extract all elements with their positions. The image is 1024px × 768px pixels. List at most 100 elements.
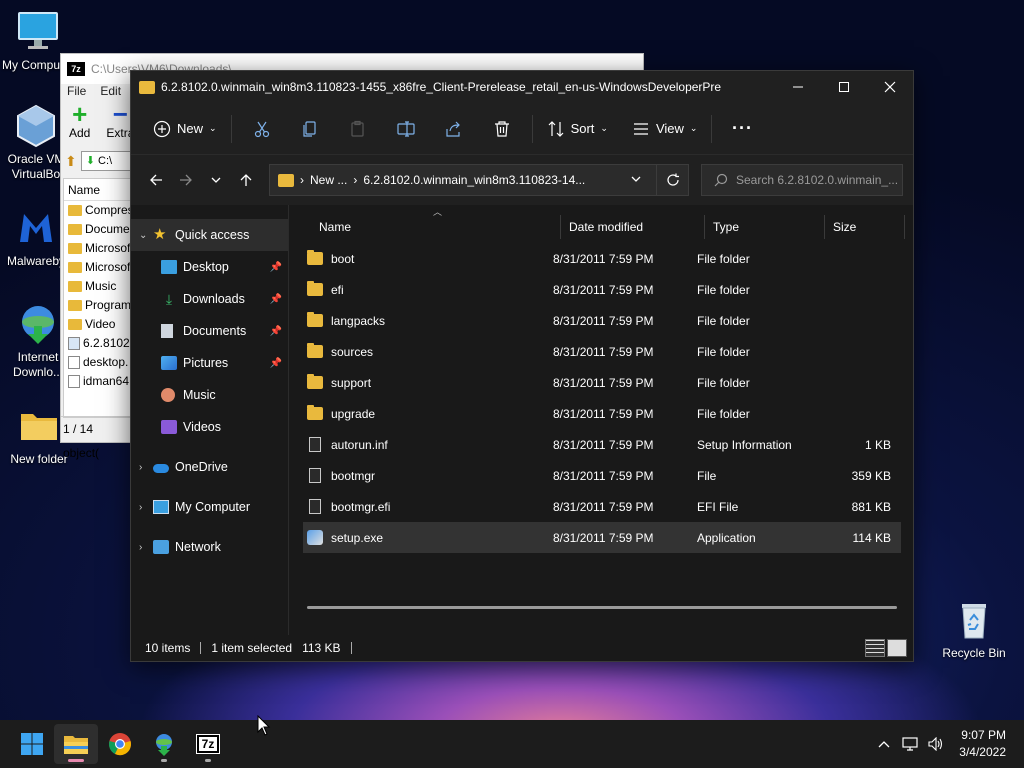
list-item[interactable]: Video xyxy=(64,315,132,334)
volume-icon[interactable] xyxy=(923,737,949,751)
address-dropdown-icon[interactable] xyxy=(630,173,642,188)
arrow-left-icon xyxy=(150,174,162,186)
nav-item-my-computer[interactable]: › My Computer xyxy=(131,491,288,523)
list-item[interactable]: Music xyxy=(64,277,132,296)
7zip-logo-icon: 7z xyxy=(67,62,85,76)
taskbar-file-explorer[interactable] xyxy=(54,724,98,764)
active-indicator xyxy=(68,759,84,762)
search-placeholder: Search 6.2.8102.0.winmain_... xyxy=(736,173,899,187)
chevron-right-icon[interactable]: › xyxy=(139,462,153,473)
horizontal-scrollbar[interactable] xyxy=(307,606,897,609)
pin-icon[interactable]: 📌 xyxy=(270,294,282,305)
folder-up-icon[interactable]: ⬆ xyxy=(65,153,77,170)
view-button[interactable]: View ⌄ xyxy=(624,113,706,145)
new-button[interactable]: New ⌄ xyxy=(145,113,225,145)
cut-button[interactable] xyxy=(238,113,286,145)
sort-button[interactable]: Sort ⌄ xyxy=(539,113,616,145)
close-button[interactable] xyxy=(867,71,913,103)
nav-item-downloads[interactable]: ⤓ Downloads 📌 xyxy=(131,283,288,315)
show-hidden-icons-button[interactable] xyxy=(871,740,897,748)
start-button[interactable] xyxy=(10,724,54,764)
list-item[interactable]: Microsof xyxy=(64,239,132,258)
list-item[interactable]: Program xyxy=(64,296,132,315)
windows-logo-icon xyxy=(21,733,43,755)
file-row[interactable]: bootmgr 8/31/2011 7:59 PM File 359 KB xyxy=(303,460,901,491)
tiles-view-icon[interactable] xyxy=(887,639,907,657)
more-options-button[interactable]: ··· xyxy=(718,113,766,145)
nav-item-desktop[interactable]: Desktop 📌 xyxy=(131,251,288,283)
column-header-name[interactable]: Name xyxy=(64,179,132,201)
chevron-right-icon[interactable]: › xyxy=(139,502,153,513)
file-row[interactable]: boot 8/31/2011 7:59 PM File folder xyxy=(303,243,901,274)
file-list-pane[interactable]: ︿ Name Date modified Type Size boot 8/31… xyxy=(289,205,913,635)
forward-button[interactable] xyxy=(171,165,201,195)
7zip-file-list[interactable]: Name Compres Docume Microsof Microsof Mu… xyxy=(63,178,133,418)
chevron-right-icon[interactable]: › xyxy=(139,542,153,553)
arrow-up-icon xyxy=(240,174,252,186)
file-row[interactable]: upgrade 8/31/2011 7:59 PM File folder xyxy=(303,398,901,429)
file-row[interactable]: sources 8/31/2011 7:59 PM File folder xyxy=(303,336,901,367)
column-header-name[interactable]: Name xyxy=(303,215,561,239)
nav-item-pictures[interactable]: Pictures 📌 xyxy=(131,347,288,379)
maximize-button[interactable] xyxy=(821,71,867,103)
nav-item-quick-access[interactable]: ⌄ ★ Quick access xyxy=(131,219,288,251)
taskbar-chrome[interactable] xyxy=(98,724,142,764)
list-item[interactable]: 6.2.8102. xyxy=(64,334,132,353)
file-row[interactable]: support 8/31/2011 7:59 PM File folder xyxy=(303,367,901,398)
nav-item-network[interactable]: › Network xyxy=(131,531,288,563)
clock[interactable]: 9:07 PM 3/4/2022 xyxy=(949,727,1024,761)
pin-icon[interactable]: 📌 xyxy=(270,262,282,273)
delete-button[interactable] xyxy=(478,113,526,145)
file-explorer-window[interactable]: 6.2.8102.0.winmain_win8m3.110823-1455_x8… xyxy=(130,70,914,662)
nav-item-documents[interactable]: Documents 📌 xyxy=(131,315,288,347)
nav-item-onedrive[interactable]: › OneDrive xyxy=(131,451,288,483)
rename-button[interactable] xyxy=(382,113,430,145)
desktop-icon-recycle-bin[interactable]: Recycle Bin xyxy=(938,598,1010,661)
network-status-icon[interactable] xyxy=(897,737,923,751)
list-item[interactable]: idman64 xyxy=(64,372,132,391)
back-button[interactable] xyxy=(141,165,171,195)
list-item[interactable]: desktop. xyxy=(64,353,132,372)
list-item[interactable]: Compres xyxy=(64,201,132,220)
list-item[interactable]: Microsof xyxy=(64,258,132,277)
recent-locations-button[interactable] xyxy=(201,165,231,195)
address-bar[interactable]: › New ... › 6.2.8102.0.winmain_win8m3.11… xyxy=(269,164,689,196)
folder-icon xyxy=(68,205,82,216)
file-name: sources xyxy=(331,344,374,359)
pin-icon[interactable]: 📌 xyxy=(270,326,282,337)
column-header-size[interactable]: Size xyxy=(825,215,905,239)
nav-item-videos[interactable]: Videos xyxy=(131,411,288,443)
file-row-selected[interactable]: setup.exe 8/31/2011 7:59 PM Application … xyxy=(303,522,901,553)
taskbar-7zip[interactable]: 7z xyxy=(186,724,230,764)
file-size: 359 KB xyxy=(851,468,891,483)
file-row[interactable]: langpacks 8/31/2011 7:59 PM File folder xyxy=(303,305,901,336)
breadcrumb-current[interactable]: 6.2.8102.0.winmain_win8m3.110823-14... xyxy=(363,173,585,187)
explorer-title-bar[interactable]: 6.2.8102.0.winmain_win8m3.110823-1455_x8… xyxy=(131,71,913,103)
details-view-icon[interactable] xyxy=(865,639,885,657)
chevron-down-icon[interactable]: ⌄ xyxy=(139,230,153,241)
file-row[interactable]: autorun.inf 8/31/2011 7:59 PM Setup Info… xyxy=(303,429,901,460)
add-button[interactable]: + Add xyxy=(69,101,90,140)
refresh-icon[interactable] xyxy=(656,165,688,195)
copy-button[interactable] xyxy=(286,113,334,145)
nav-item-music[interactable]: Music xyxy=(131,379,288,411)
file-type: Setup Information xyxy=(697,437,792,452)
file-row[interactable]: bootmgr.efi 8/31/2011 7:59 PM EFI File 8… xyxy=(303,491,901,522)
paste-button[interactable] xyxy=(334,113,382,145)
file-name: setup.exe xyxy=(331,530,384,545)
minimize-button[interactable] xyxy=(775,71,821,103)
pin-icon[interactable]: 📌 xyxy=(270,358,282,369)
file-name: bootmgr xyxy=(331,468,376,483)
navigation-pane[interactable]: ⌄ ★ Quick access Desktop 📌 ⤓ Downloads 📌… xyxy=(131,205,289,635)
breadcrumb-new[interactable]: New ... xyxy=(310,173,347,187)
selection-info: 1 item selected xyxy=(211,641,293,655)
list-item[interactable]: Docume xyxy=(64,220,132,239)
file-row[interactable]: efi 8/31/2011 7:59 PM File folder xyxy=(303,274,901,305)
search-box[interactable]: Search 6.2.8102.0.winmain_... xyxy=(701,164,903,196)
column-header-type[interactable]: Type xyxy=(705,215,825,239)
system-tray: 9:07 PM 3/4/2022 xyxy=(871,720,1024,768)
taskbar-idm[interactable] xyxy=(142,724,186,764)
up-button[interactable] xyxy=(231,165,261,195)
share-button[interactable] xyxy=(430,113,478,145)
column-header-date[interactable]: Date modified xyxy=(561,215,705,239)
